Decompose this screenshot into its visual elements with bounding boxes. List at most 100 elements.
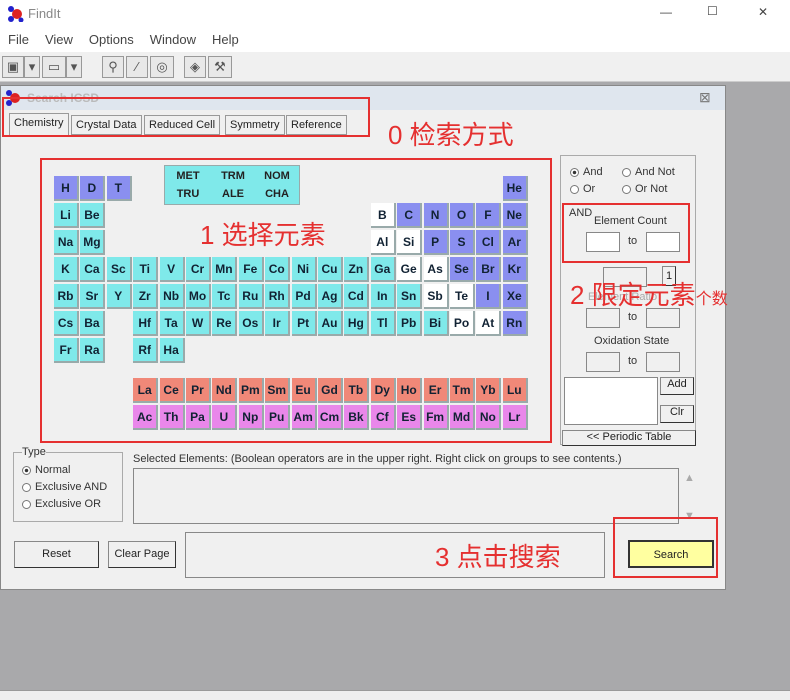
element-ga[interactable]: Ga (370, 257, 396, 282)
reset-button[interactable]: Reset (14, 541, 99, 568)
element-ca[interactable]: Ca (80, 257, 106, 282)
element-rh[interactable]: Rh (265, 284, 291, 309)
element-er[interactable]: Er (423, 378, 449, 403)
minimize-button[interactable]: — (660, 5, 672, 19)
element-o[interactable]: O (450, 203, 475, 228)
element-sm[interactable]: Sm (265, 378, 291, 403)
element-cr[interactable]: Cr (186, 257, 211, 282)
clr-button[interactable]: Clr (660, 405, 694, 423)
element-fe[interactable]: Fe (238, 257, 264, 282)
print-icon[interactable]: ▭ (42, 56, 66, 78)
element-u[interactable]: U (212, 405, 238, 430)
radio-or[interactable]: Or (570, 183, 595, 195)
menu-help[interactable]: Help (212, 32, 239, 47)
element-mo[interactable]: Mo (186, 284, 211, 309)
element-la[interactable]: La (133, 378, 159, 403)
element-s[interactable]: S (450, 230, 475, 255)
element-ac[interactable]: Ac (133, 405, 159, 430)
element-fm[interactable]: Fm (423, 405, 449, 430)
add-button[interactable]: Add (660, 377, 694, 395)
element-bi[interactable]: Bi (423, 311, 449, 336)
tools-icon[interactable]: ⚒ (208, 56, 232, 78)
radio-and-not[interactable]: And Not (622, 166, 675, 178)
element-in[interactable]: In (370, 284, 396, 309)
element-i[interactable]: I (476, 284, 502, 309)
element-sn[interactable]: Sn (397, 284, 423, 309)
oxidation-max-input[interactable] (646, 352, 680, 372)
element-mn[interactable]: Mn (212, 257, 238, 282)
element-yb[interactable]: Yb (476, 378, 502, 403)
element-nd[interactable]: Nd (212, 378, 238, 403)
element-no[interactable]: No (476, 405, 502, 430)
element-ra[interactable]: Ra (80, 338, 106, 363)
radio-exclusive-or[interactable]: Exclusive OR (22, 498, 101, 510)
element-gd[interactable]: Gd (318, 378, 343, 403)
element-rf[interactable]: Rf (133, 338, 159, 363)
menu-file[interactable]: File (8, 32, 29, 47)
element-pd[interactable]: Pd (291, 284, 317, 309)
rings-icon[interactable]: ◎ (150, 56, 174, 78)
element-ru[interactable]: Ru (238, 284, 264, 309)
clear-page-button[interactable]: Clear Page (108, 541, 176, 568)
radio-and[interactable]: And (570, 166, 603, 178)
element-na[interactable]: Na (54, 230, 79, 255)
element-tc[interactable]: Tc (212, 284, 238, 309)
element-hg[interactable]: Hg (344, 311, 370, 336)
element-co[interactable]: Co (265, 257, 291, 282)
element-zr[interactable]: Zr (133, 284, 159, 309)
element-mg[interactable]: Mg (80, 230, 106, 255)
diamond-icon[interactable]: ◈ (184, 56, 206, 78)
element-po[interactable]: Po (450, 311, 475, 336)
element-ta[interactable]: Ta (159, 311, 185, 336)
element-cs[interactable]: Cs (54, 311, 79, 336)
element-th[interactable]: Th (159, 405, 185, 430)
element-pt[interactable]: Pt (291, 311, 317, 336)
element-nb[interactable]: Nb (159, 284, 185, 309)
element-br[interactable]: Br (476, 257, 502, 282)
element-fr[interactable]: Fr (54, 338, 79, 363)
element-se[interactable]: Se (450, 257, 475, 282)
element-be[interactable]: Be (80, 203, 106, 228)
element-os[interactable]: Os (238, 311, 264, 336)
element-zn[interactable]: Zn (344, 257, 370, 282)
element-pr[interactable]: Pr (186, 378, 211, 403)
element-cd[interactable]: Cd (344, 284, 370, 309)
element-pa[interactable]: Pa (186, 405, 211, 430)
radio-exclusive-and[interactable]: Exclusive AND (22, 481, 107, 493)
element-at[interactable]: At (476, 311, 502, 336)
search-icon[interactable]: ⚲ (102, 56, 124, 78)
element-kr[interactable]: Kr (502, 257, 528, 282)
element-d[interactable]: D (80, 176, 106, 201)
element-re[interactable]: Re (212, 311, 238, 336)
element-eu[interactable]: Eu (291, 378, 317, 403)
element-v[interactable]: V (159, 257, 185, 282)
element-rn[interactable]: Rn (502, 311, 528, 336)
element-tb[interactable]: Tb (344, 378, 370, 403)
element-dy[interactable]: Dy (370, 378, 396, 403)
element-li[interactable]: Li (54, 203, 79, 228)
element-cl[interactable]: Cl (476, 230, 502, 255)
element-h[interactable]: H (54, 176, 79, 201)
radio-normal[interactable]: Normal (22, 464, 70, 476)
element-ce[interactable]: Ce (159, 378, 185, 403)
element-y[interactable]: Y (106, 284, 132, 309)
element-al[interactable]: Al (370, 230, 396, 255)
element-ag[interactable]: Ag (318, 284, 343, 309)
child-close-button[interactable]: ⊠ (699, 89, 711, 106)
element-np[interactable]: Np (238, 405, 264, 430)
periodic-table-button[interactable]: << Periodic Table (562, 430, 696, 446)
element-am[interactable]: Am (291, 405, 317, 430)
element-cf[interactable]: Cf (370, 405, 396, 430)
element-b[interactable]: B (370, 203, 396, 228)
dropdown-icon[interactable]: ▾ (66, 56, 82, 78)
element-ha[interactable]: Ha (159, 338, 185, 363)
dropdown-icon[interactable]: ▾ (24, 56, 40, 78)
element-ni[interactable]: Ni (291, 257, 317, 282)
element-ti[interactable]: Ti (133, 257, 159, 282)
element-sr[interactable]: Sr (80, 284, 106, 309)
element-ne[interactable]: Ne (502, 203, 528, 228)
element-p[interactable]: P (423, 230, 449, 255)
element-f[interactable]: F (476, 203, 502, 228)
scroll-up-icon[interactable]: ▲ (684, 472, 695, 484)
element-au[interactable]: Au (318, 311, 343, 336)
